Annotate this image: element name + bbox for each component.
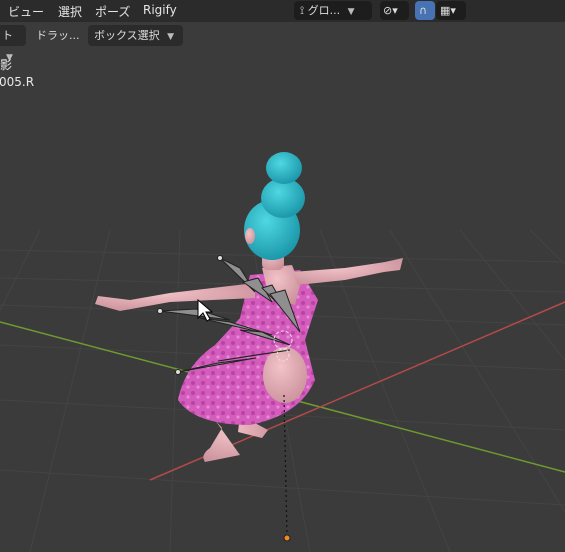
select-box-dropdown[interactable]: ボックス選択 ▼ [88, 25, 183, 46]
character-hair-bun-lower [261, 178, 305, 218]
parent-relationship-line [283, 394, 288, 538]
object-name-text: 005.R [0, 75, 35, 89]
menu-select[interactable]: 選択 [58, 3, 82, 20]
transform-orientation-value: グロ... [307, 4, 341, 17]
character-hair-bun-upper [266, 152, 302, 184]
character-arm-right [292, 258, 403, 285]
snap-toggle[interactable]: ∩ [415, 1, 435, 20]
tool-settings-bar: ト ▼ ドラッ... ボックス選択 ▼ [0, 25, 565, 63]
menu-view[interactable]: ビュー [8, 3, 44, 20]
snap-magnet-icon: ∩ [419, 4, 428, 17]
mode-dropdown[interactable]: ト ▼ [0, 25, 26, 63]
pivot-point-dropdown[interactable]: ⊘▾ [380, 1, 409, 20]
menu-rigify[interactable]: Rigify [143, 3, 177, 17]
menu-pose[interactable]: ポーズ [95, 3, 130, 20]
character-arm-left [95, 283, 255, 311]
drag-label: ドラッ... [36, 29, 80, 42]
object-origin[interactable] [283, 534, 291, 542]
transform-orientation-dropdown[interactable]: ⟟ グロ... ▼ [294, 1, 372, 20]
chevron-down-icon: ▾ [392, 4, 398, 17]
viewport-header: ビュー 選択 ポーズ Rigify ⟟ グロ... ▼ ⊘▾ ∩ ▦▾ [0, 0, 565, 22]
character-ear [245, 228, 255, 244]
3d-viewport[interactable] [0, 0, 565, 552]
chevron-down-icon: ▼ [167, 32, 175, 42]
snap-grid-icon: ▦ [440, 4, 451, 17]
select-box-label: ボックス選択 [94, 29, 160, 42]
mode-label: ト [2, 29, 13, 42]
snap-target-dropdown[interactable]: ▦▾ [436, 1, 466, 20]
view-name-text: 影 [0, 58, 13, 72]
drag-action-label[interactable]: ドラッ... [30, 25, 88, 46]
transform-orientation-icon: ⟟ [300, 4, 305, 17]
character-model[interactable] [95, 152, 403, 462]
chevron-down-icon: ▼ [347, 7, 355, 17]
bone [159, 308, 231, 321]
character-hip [263, 347, 307, 403]
pivot-link-icon: ⊘ [383, 4, 393, 17]
chevron-down-icon: ▾ [450, 4, 456, 17]
